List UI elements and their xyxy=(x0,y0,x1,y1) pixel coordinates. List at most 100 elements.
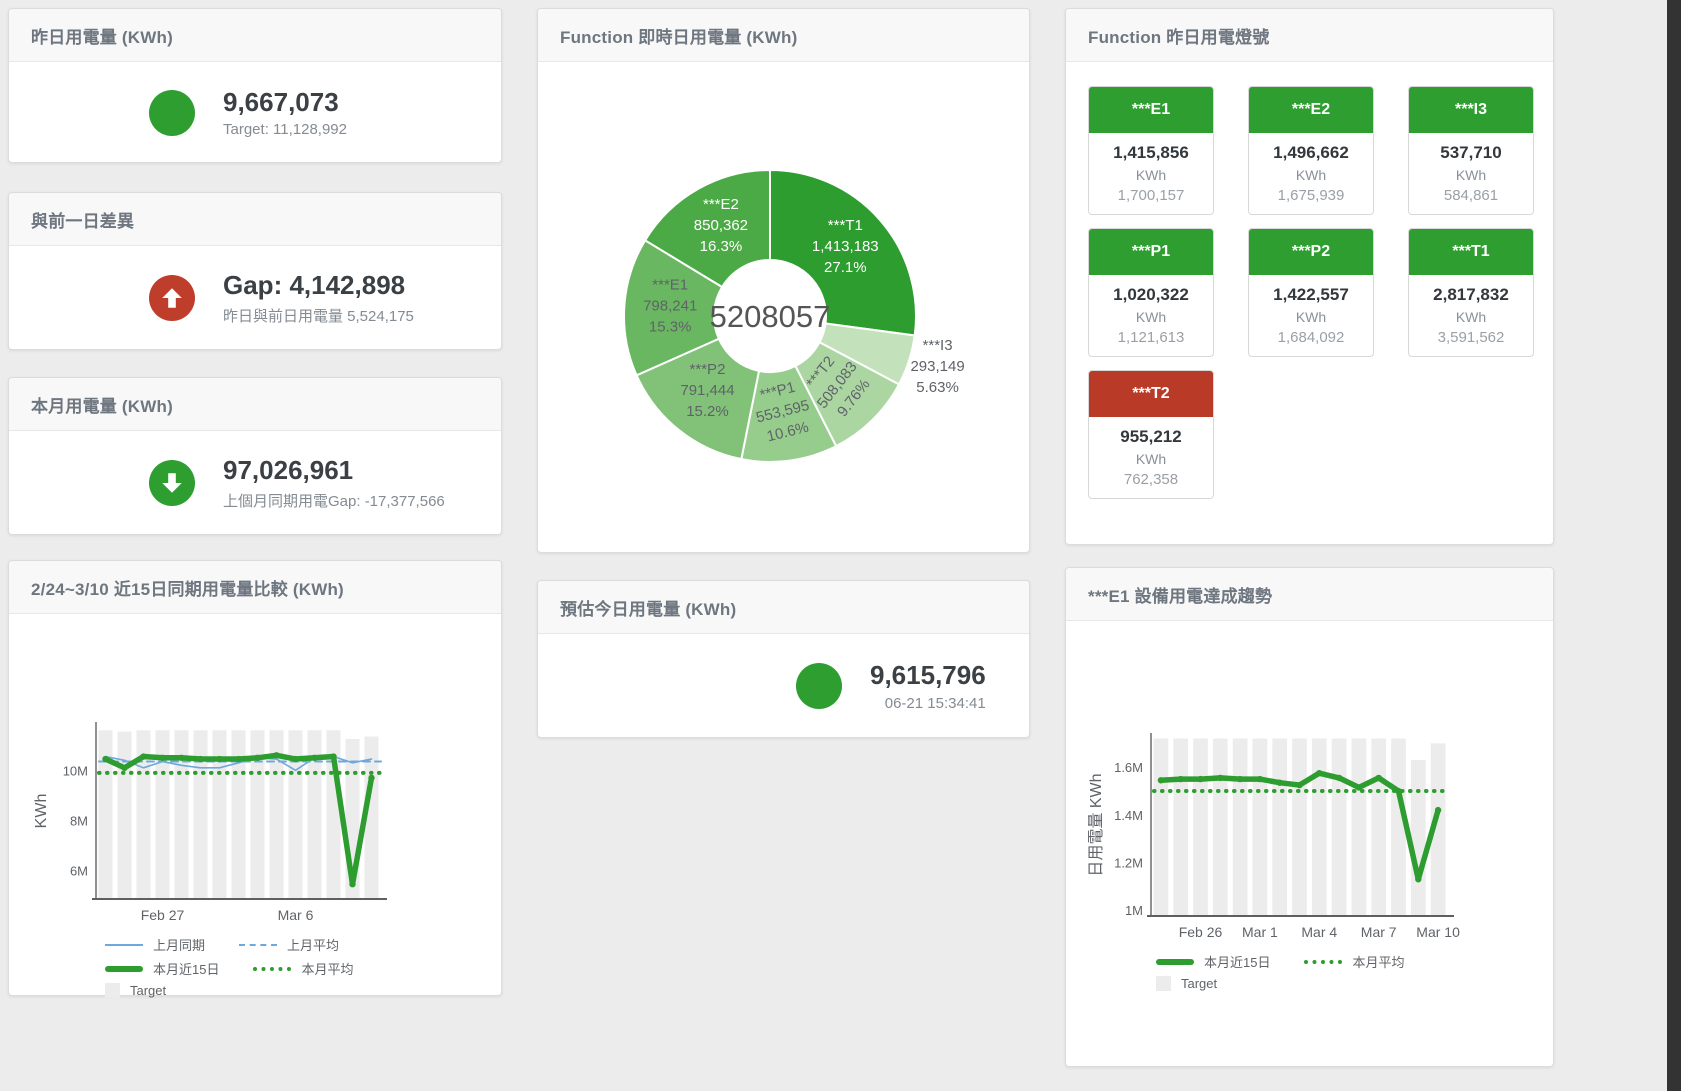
legend-this-month-avg[interactable]: 本月平均 xyxy=(253,959,353,978)
svg-text:1.6M: 1.6M xyxy=(1114,760,1143,775)
lights-grid: ***E1 1,415,856 KWh 1,700,157 ***E2 1,496,662… xyxy=(1066,62,1553,499)
legend-this-month-15d[interactable]: 本月近15日 xyxy=(105,959,219,978)
card-estimate-today: 預估今日用電量 (KWh) 9,615,796 06-21 15:34:41 xyxy=(537,580,1030,738)
kpi-body: 9,667,073 Target: 11,128,992 xyxy=(9,62,501,163)
card-header: ***E1 設備用電達成趨勢 xyxy=(1066,568,1553,621)
card-yesterday-usage: 昨日用電量 (KWh) 9,667,073 Target: 11,128,992 xyxy=(8,8,502,163)
status-circle-green xyxy=(796,663,842,709)
target-bar xyxy=(1371,739,1386,915)
kpi-target: Target: 11,128,992 xyxy=(223,121,347,138)
card-title: 2/24~3/10 近15日同期用電量比較 (KWh) xyxy=(31,575,344,600)
target-bar xyxy=(1233,739,1248,915)
target-bar xyxy=(1193,739,1208,915)
scrollbar[interactable] xyxy=(1667,0,1681,1091)
card-title: Function 即時日用電量 (KWh) xyxy=(560,23,797,48)
tile-value: 1,415,856 xyxy=(1089,143,1213,163)
tile-target-value: 1,121,613 xyxy=(1089,329,1213,346)
e1-trend-line-chart: 1M1.2M1.4M1.6MFeb 26Mar 1Mar 4Mar 7Mar 1… xyxy=(1066,621,1546,951)
kpi-sub: 上個月同期用電Gap: -17,377,566 xyxy=(223,490,445,511)
compare-legend: 上月同期 上月平均 本月近15日 本月平均 xyxy=(105,935,501,998)
svg-text:Feb 27: Feb 27 xyxy=(141,907,185,923)
card-month-usage: 本月用電量 (KWh) 97,026,961 上個月同期用電Gap: -17,3… xyxy=(8,377,502,535)
arrow-up-circle xyxy=(149,275,195,321)
svg-text:Mar 6: Mar 6 xyxy=(278,907,314,923)
legend-label: 本月近15日 xyxy=(1204,952,1270,971)
card-title: ***E1 設備用電達成趨勢 xyxy=(1088,582,1272,607)
card-title: Function 昨日用電燈號 xyxy=(1088,23,1269,48)
tile-target-value: 3,591,562 xyxy=(1409,329,1533,346)
target-bar xyxy=(212,730,226,898)
target-bar xyxy=(117,732,131,898)
target-bar xyxy=(231,730,245,898)
kpi-timestamp: 06-21 15:34:41 xyxy=(870,695,986,712)
status-circle-green xyxy=(149,90,195,136)
svg-text:Mar 1: Mar 1 xyxy=(1242,924,1278,940)
legend-this-month-avg[interactable]: 本月平均 xyxy=(1304,952,1404,971)
card-title: 預估今日用電量 (KWh) xyxy=(560,595,736,620)
target-bar xyxy=(1312,739,1327,915)
light-tile-T2: ***T2955,212KWh762,358 xyxy=(1088,370,1214,499)
gray-box-swatch xyxy=(105,983,120,998)
svg-text:10M: 10M xyxy=(63,763,88,778)
donut-center-total: 5208057 xyxy=(710,299,831,334)
svg-text:1M: 1M xyxy=(1125,903,1143,918)
compare-line-chart: 6M8M10MFeb 27Mar 6KWh xyxy=(9,614,489,934)
legend-last-month-avg[interactable]: 上月平均 xyxy=(239,935,339,954)
card-e1-trend-chart: ***E1 設備用電達成趨勢 1M1.2M1.4M1.6MFeb 26Mar 1… xyxy=(1065,567,1554,1067)
tile-header: ***E2 xyxy=(1249,87,1373,133)
kpi-value: 9,667,073 xyxy=(223,87,347,118)
svg-text:8M: 8M xyxy=(70,813,88,828)
legend-label: 上月同期 xyxy=(153,935,205,954)
legend-target[interactable]: Target xyxy=(105,983,166,998)
target-bar xyxy=(1332,739,1347,915)
card-title: 昨日用電量 (KWh) xyxy=(31,23,173,48)
tile-header: ***T1 xyxy=(1409,229,1533,275)
arrow-down-icon xyxy=(159,470,185,496)
card-realtime-donut: Function 即時日用電量 (KWh) ***T11,413,18327.1… xyxy=(537,8,1030,553)
tile-value: 1,020,322 xyxy=(1089,285,1213,305)
target-bar xyxy=(1253,739,1268,915)
target-bar xyxy=(98,730,112,898)
card-title: 本月用電量 (KWh) xyxy=(31,392,173,417)
donut-label-I3: ***I3293,1495.63% xyxy=(910,337,964,396)
kpi-value: 9,615,796 xyxy=(870,660,986,691)
target-bar xyxy=(1411,760,1426,915)
tile-unit: KWh xyxy=(1089,309,1213,325)
card-header: 預估今日用電量 (KWh) xyxy=(538,581,1029,634)
svg-text:Mar 4: Mar 4 xyxy=(1301,924,1337,940)
light-tile-E1: ***E1 1,415,856 KWh 1,700,157 xyxy=(1088,86,1214,215)
legend-this-month-15d[interactable]: 本月近15日 xyxy=(1156,952,1270,971)
tile-unit: KWh xyxy=(1089,167,1213,183)
dashed-blue-line-swatch xyxy=(239,944,277,946)
svg-text:Feb 26: Feb 26 xyxy=(1179,924,1223,940)
target-bar xyxy=(1292,739,1307,915)
target-bar xyxy=(1173,739,1188,915)
card-title: 與前一日差異 xyxy=(31,207,134,232)
kpi-body: 97,026,961 上個月同期用電Gap: -17,377,566 xyxy=(9,431,501,535)
tile-header: ***P2 xyxy=(1249,229,1373,275)
tile-header: ***P1 xyxy=(1089,229,1213,275)
tile-value: 1,496,662 xyxy=(1249,143,1373,163)
svg-text:Mar 10: Mar 10 xyxy=(1416,924,1460,940)
tile-target-value: 1,700,157 xyxy=(1089,187,1213,204)
tile-header: ***T2 xyxy=(1089,371,1213,417)
legend-label: 本月近15日 xyxy=(153,959,219,978)
arrow-up-icon xyxy=(159,285,185,311)
legend-label: Target xyxy=(130,983,166,998)
legend-target[interactable]: Target xyxy=(1156,976,1217,991)
target-bar xyxy=(1272,739,1287,915)
kpi-value: Gap: 4,142,898 xyxy=(223,270,414,301)
tile-header: ***E1 xyxy=(1089,87,1213,133)
card-header: 與前一日差異 xyxy=(9,193,501,246)
light-tile-I3: ***I3537,710KWh584,861 xyxy=(1408,86,1534,215)
kpi-body: 9,615,796 06-21 15:34:41 xyxy=(538,634,1029,738)
dotted-green-line-swatch xyxy=(1304,960,1342,964)
tile-unit: KWh xyxy=(1089,451,1213,467)
target-bar xyxy=(1352,739,1367,915)
target-bar xyxy=(1154,739,1169,915)
legend-label: Target xyxy=(1181,976,1217,991)
legend-label: 本月平均 xyxy=(1352,952,1404,971)
svg-text:6M: 6M xyxy=(70,863,88,878)
legend-last-month-period[interactable]: 上月同期 xyxy=(105,935,205,954)
target-bar xyxy=(1213,739,1228,915)
